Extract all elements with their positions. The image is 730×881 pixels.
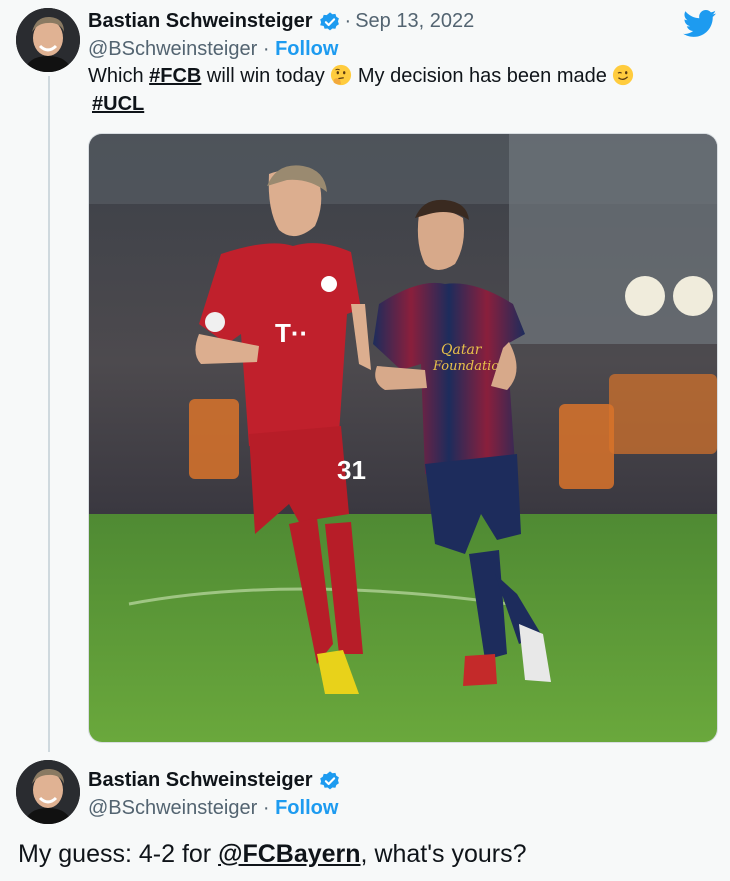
avatar[interactable] [16,8,80,72]
follow-separator: · [262,38,270,60]
handle-row: @BSchweinsteiger · Follow [88,38,338,61]
reply-avatar[interactable] [16,760,80,824]
mention-fcbayern[interactable]: @FCBayern [218,840,360,868]
tweet-header: Bastian Schweinsteiger · Sep 13, 2022 [88,10,474,33]
author-name[interactable]: Bastian Schweinsteiger [88,10,313,33]
tweet-text-segment: My decision has been made [352,65,613,87]
follow-button[interactable]: Follow [275,38,338,60]
tweet-text-segment: will win today [201,65,331,87]
reply-header: Bastian Schweinsteiger [88,769,341,792]
reply-text-prefix: My guess: 4-2 for [18,840,219,868]
twitter-bird-icon[interactable] [683,10,717,38]
svg-text:T··: T·· [275,318,308,348]
hashtag-ucl[interactable]: #UCL [92,93,144,115]
hashtag-fcb[interactable]: #FCB [149,65,201,87]
verified-badge-icon [319,770,339,789]
reply-handle-row: @BSchweinsteiger · Follow [88,797,338,820]
reply-follow-separator: · [262,797,270,819]
tweet-date[interactable]: Sep 13, 2022 [355,10,474,33]
svg-text:31: 31 [337,455,366,485]
tweet-text: Which #FCB will win today My decision ha… [88,62,634,90]
svg-text:Qatar: Qatar [441,342,483,358]
thinking-face-emoji-icon [331,64,352,86]
date-separator: · [344,10,352,32]
reply-text-suffix: , what's yours? [360,840,527,868]
reply-text: My guess: 4-2 for @FCBayern, what's your… [18,840,527,869]
thread-connector-line [48,76,50,752]
reply-author-handle[interactable]: @BSchweinsteiger [88,797,257,819]
winking-face-emoji-icon [613,64,634,86]
tweet-text-segment: Which [88,65,150,87]
tweet-text-line2: #UCL [92,90,144,118]
reply-author-name[interactable]: Bastian Schweinsteiger [88,769,313,792]
author-handle[interactable]: @BSchweinsteiger [88,38,257,60]
reply-follow-button[interactable]: Follow [275,797,338,819]
tweet-photo[interactable]: T·· 31 Qatar Foundation [88,133,718,743]
verified-badge-icon [319,11,339,30]
